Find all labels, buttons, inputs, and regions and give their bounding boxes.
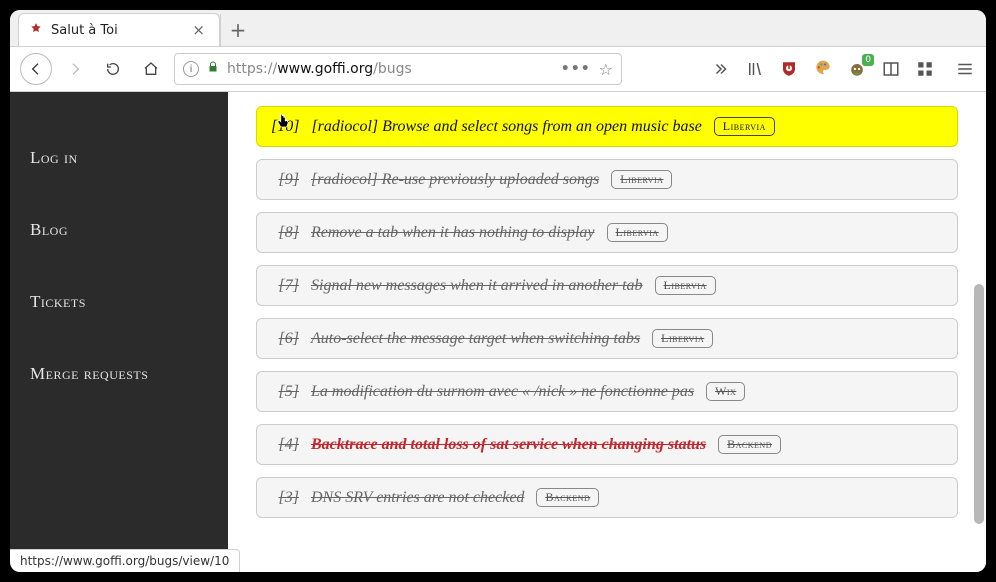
ticket-title: DNS SRV entries are not checked (311, 489, 524, 507)
library-icon[interactable] (744, 58, 766, 80)
forward-button[interactable] (60, 54, 90, 84)
ticket-row[interactable]: [5] La modification du surnom avec « /nic… (256, 371, 958, 412)
greasemonkey-icon[interactable] (846, 58, 868, 80)
reload-button[interactable] (98, 54, 128, 84)
ticket-title: [radiocol] Re-use previously uploaded so… (311, 171, 599, 189)
ticket-id: [5] (271, 383, 299, 401)
ticket-row[interactable]: [4] Backtrace and total loss of sat servi… (256, 424, 958, 465)
sidebar-item-blog[interactable]: Blog (10, 194, 228, 266)
ticket-id: [6] (271, 330, 299, 348)
page-actions-button[interactable]: ••• (561, 61, 591, 77)
sidebar: Log in Blog Tickets Merge requests (10, 92, 228, 572)
ticket-id: [7] (271, 277, 299, 295)
tiles-icon[interactable] (914, 58, 936, 80)
lock-icon (207, 61, 219, 77)
ticket-tag: Libervia (607, 223, 668, 242)
ticket-id: [3] (271, 489, 299, 507)
ticket-tag: Libervia (611, 170, 672, 189)
ticket-title: [radiocol] Browse and select songs from … (311, 118, 701, 136)
ticket-title: La modification du surnom avec « /nick »… (311, 383, 694, 401)
status-bar: https://www.goffi.org/bugs/view/10 (10, 549, 240, 572)
sidebar-item-tickets[interactable]: Tickets (10, 266, 228, 338)
ticket-title: Remove a tab when it has nothing to disp… (311, 224, 595, 242)
scrollbar-thumb[interactable] (974, 284, 984, 524)
ticket-tag: Wix (706, 382, 745, 401)
ticket-id: [10] (271, 118, 299, 136)
tab-title: Salut à Toi (51, 23, 118, 38)
ticket-row[interactable]: [6] Auto-select the message target when s… (256, 318, 958, 359)
ublock-icon[interactable] (778, 58, 800, 80)
ticket-tag: Libervia (652, 329, 713, 348)
tab-current[interactable]: Salut à Toi × (18, 13, 220, 46)
new-tab-button[interactable]: + (220, 14, 255, 46)
ticket-row[interactable]: [3] DNS SRV entries are not checked Backen… (256, 477, 958, 518)
ticket-id: [9] (271, 171, 299, 189)
reader-view-icon[interactable] (880, 58, 902, 80)
content-area: Log in Blog Tickets Merge requests [10][… (10, 92, 986, 572)
hamburger-menu-icon[interactable] (954, 58, 976, 80)
sidebar-item-login[interactable]: Log in (10, 122, 228, 194)
overflow-menu-icon[interactable] (710, 58, 732, 80)
ticket-tag: Libervia (714, 117, 775, 136)
ticket-row[interactable]: [10] [radiocol] Browse and select songs f… (256, 106, 958, 147)
browser-window: Salut à Toi × + i https://www.goffi.org/… (10, 10, 986, 572)
main-panel: [10] [radiocol] Browse and select songs f… (228, 92, 986, 572)
ticket-row[interactable]: [7] Signal new messages when it arrived i… (256, 265, 958, 306)
ticket-title: Auto-select the message target when swit… (311, 330, 640, 348)
url-text: https://www.goffi.org/bugs (227, 61, 553, 77)
tab-close-button[interactable]: × (188, 21, 209, 39)
ticket-row[interactable]: [9] [radiocol] Re-use previously uploaded… (256, 159, 958, 200)
ticket-tag: Backend (536, 488, 599, 507)
ticket-tag: Libervia (655, 276, 716, 295)
tab-favicon (29, 22, 43, 39)
ticket-id: [4] (271, 436, 299, 454)
ticket-id: [8] (271, 224, 299, 242)
toolbar-icons (710, 58, 976, 80)
ticket-list: [10] [radiocol] Browse and select songs f… (256, 106, 958, 518)
site-info-icon[interactable]: i (183, 61, 199, 77)
home-button[interactable] (136, 54, 166, 84)
url-bar[interactable]: i https://www.goffi.org/bugs ••• ☆ (174, 53, 622, 85)
ticket-title: Signal new messages when it arrived in a… (311, 277, 643, 295)
sidebar-item-merge-requests[interactable]: Merge requests (10, 338, 228, 410)
ticket-title: Backtrace and total loss of sat service … (311, 436, 706, 454)
back-button[interactable] (20, 53, 52, 85)
tab-bar: Salut à Toi × + (10, 10, 986, 47)
vertical-scrollbar[interactable] (974, 92, 984, 572)
ticket-tag: Backend (718, 435, 781, 454)
ticket-row[interactable]: [8] Remove a tab when it has nothing to d… (256, 212, 958, 253)
bookmark-star-button[interactable]: ☆ (599, 60, 613, 79)
nav-toolbar: i https://www.goffi.org/bugs ••• ☆ (10, 47, 986, 92)
stylus-icon[interactable] (812, 58, 834, 80)
